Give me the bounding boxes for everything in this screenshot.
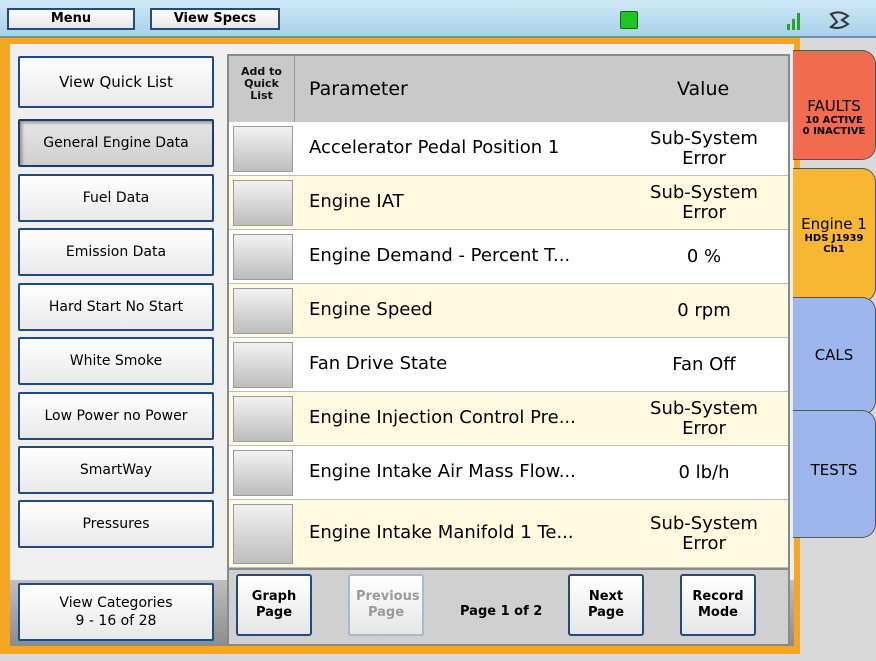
table-row: Engine Injection Control Pre... Sub-Syst… bbox=[229, 392, 788, 446]
category-hard-start-no-start[interactable]: Hard Start No Start bbox=[18, 283, 214, 331]
record-mode-button[interactable]: Record Mode bbox=[680, 574, 756, 636]
engine-title: Engine 1 bbox=[801, 215, 867, 233]
menu-button[interactable]: Menu bbox=[7, 8, 135, 30]
top-bar: Menu View Specs bbox=[0, 0, 876, 38]
table-row: Engine Speed 0 rpm bbox=[229, 284, 788, 338]
add-to-quick-list-toggle[interactable] bbox=[233, 180, 293, 226]
tab-cals[interactable]: CALS bbox=[793, 297, 876, 415]
view-specs-button[interactable]: View Specs bbox=[150, 8, 280, 30]
header-parameter: Parameter bbox=[309, 78, 408, 100]
parameter-value: Sub-System Error bbox=[650, 398, 758, 439]
previous-page-button[interactable]: Previous Page bbox=[348, 574, 424, 636]
parameter-value: 0 % bbox=[686, 246, 722, 267]
parameter-name: Engine IAT bbox=[309, 191, 404, 212]
add-to-quick-list-toggle[interactable] bbox=[233, 288, 293, 334]
add-to-quick-list-toggle[interactable] bbox=[233, 234, 293, 280]
add-to-quick-list-toggle[interactable] bbox=[233, 396, 293, 442]
tests-title: TESTS bbox=[810, 461, 858, 479]
parameter-value: Sub-System Error bbox=[650, 182, 758, 223]
category-fuel-data[interactable]: Fuel Data bbox=[18, 174, 214, 222]
view-categories-label: View Categories bbox=[59, 595, 173, 611]
signal-strength-icon bbox=[787, 12, 803, 30]
table-row: Fan Drive State Fan Off bbox=[229, 338, 788, 392]
next-page-button[interactable]: Next Page bbox=[568, 574, 644, 636]
parameter-value: 0 lb/h bbox=[678, 462, 730, 483]
header-value: Value bbox=[677, 78, 730, 100]
view-categories-button[interactable]: View Categories 9 - 16 of 28 bbox=[18, 583, 214, 641]
table-row: Accelerator Pedal Position 1 Sub-System … bbox=[229, 122, 788, 176]
cals-title: CALS bbox=[814, 346, 854, 364]
add-to-quick-list-toggle[interactable] bbox=[233, 504, 293, 564]
parameter-value: Fan Off bbox=[672, 354, 736, 375]
faults-active-count: 10 ACTIVE bbox=[805, 115, 863, 126]
parameter-name: Engine Speed bbox=[309, 299, 433, 320]
parameter-value: Sub-System Error bbox=[650, 128, 758, 169]
tab-faults[interactable]: FAULTS 10 ACTIVE 0 INACTIVE bbox=[793, 50, 876, 160]
status-indicator-icon bbox=[620, 11, 638, 29]
parameter-table: Add to Quick List Parameter Value Accele… bbox=[227, 54, 790, 570]
table-row: Engine Intake Air Mass Flow... 0 lb/h bbox=[229, 446, 788, 500]
parameter-name: Engine Intake Air Mass Flow... bbox=[309, 461, 576, 482]
category-general-engine-data[interactable]: General Engine Data bbox=[18, 119, 214, 167]
engine-protocol: HDS J1939 bbox=[804, 233, 864, 244]
view-quick-list-button[interactable]: View Quick List bbox=[18, 56, 214, 108]
category-smartway[interactable]: SmartWay bbox=[18, 446, 214, 494]
parameter-name: Engine Injection Control Pre... bbox=[309, 407, 576, 428]
faults-title: FAULTS bbox=[807, 97, 861, 115]
connection-icon[interactable] bbox=[828, 10, 852, 32]
parameter-name: Accelerator Pedal Position 1 bbox=[309, 137, 560, 158]
table-row: Engine IAT Sub-System Error bbox=[229, 176, 788, 230]
page-indicator: Page 1 of 2 bbox=[460, 604, 543, 619]
parameter-value: 0 rpm bbox=[677, 300, 731, 321]
add-to-quick-list-toggle[interactable] bbox=[233, 450, 293, 496]
engine-channel: Ch1 bbox=[823, 244, 845, 255]
table-row: Engine Demand - Percent T... 0 % bbox=[229, 230, 788, 284]
header-add-to-quick-list: Add to Quick List bbox=[229, 56, 295, 122]
parameter-name: Engine Intake Manifold 1 Te... bbox=[309, 522, 574, 543]
table-header: Add to Quick List Parameter Value bbox=[229, 56, 788, 123]
category-white-smoke[interactable]: White Smoke bbox=[18, 337, 214, 385]
table-row: Engine Intake Manifold 1 Te... Sub-Syste… bbox=[229, 500, 788, 568]
category-pressures[interactable]: Pressures bbox=[18, 500, 214, 548]
parameter-name: Engine Demand - Percent T... bbox=[309, 245, 571, 266]
view-categories-range: 9 - 16 of 28 bbox=[75, 613, 157, 629]
add-to-quick-list-toggle[interactable] bbox=[233, 126, 293, 172]
category-emission-data[interactable]: Emission Data bbox=[18, 228, 214, 276]
parameter-value: Sub-System Error bbox=[650, 513, 758, 554]
category-low-power-no-power[interactable]: Low Power no Power bbox=[18, 392, 214, 440]
tab-engine-1[interactable]: Engine 1 HDS J1939 Ch1 bbox=[793, 168, 876, 302]
tab-tests[interactable]: TESTS bbox=[793, 410, 876, 538]
add-to-quick-list-toggle[interactable] bbox=[233, 342, 293, 388]
faults-inactive-count: 0 INACTIVE bbox=[802, 126, 866, 137]
graph-page-button[interactable]: Graph Page bbox=[236, 574, 312, 636]
parameter-name: Fan Drive State bbox=[309, 353, 448, 374]
